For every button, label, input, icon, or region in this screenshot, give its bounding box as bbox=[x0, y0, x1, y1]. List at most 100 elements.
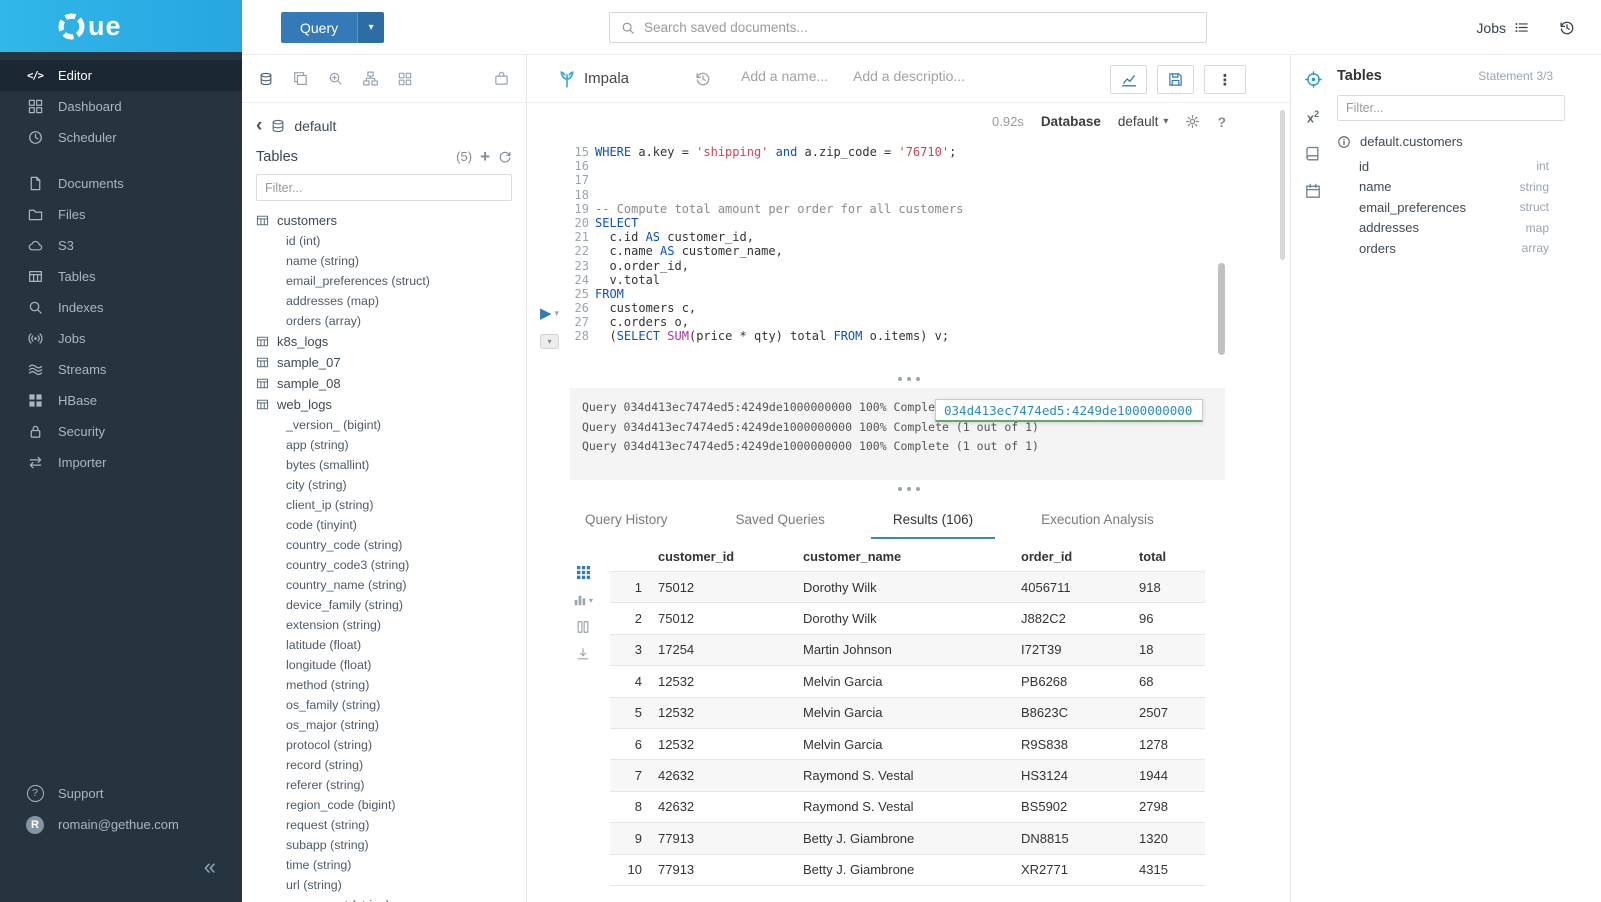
assist-column[interactable]: device_family (string) bbox=[256, 595, 526, 615]
back-chevron-icon[interactable]: ‹ bbox=[256, 116, 262, 135]
assist-column[interactable]: extension (string) bbox=[256, 615, 526, 635]
assist-column[interactable]: country_code3 (string) bbox=[256, 555, 526, 575]
editor-scrollbar[interactable] bbox=[1218, 263, 1225, 355]
collapse-sidebar-button[interactable]: « bbox=[204, 856, 216, 878]
table-row[interactable]: 612532Melvin GarciaR9S8381278 bbox=[610, 729, 1205, 760]
language-reference-icon[interactable] bbox=[1305, 146, 1321, 162]
assist-column[interactable]: latitude (float) bbox=[256, 635, 526, 655]
sidebar-item-importer[interactable]: Importer bbox=[0, 447, 242, 478]
jobs-link[interactable]: Jobs bbox=[1476, 20, 1529, 36]
tab-saved-queries[interactable]: Saved Queries bbox=[714, 512, 847, 539]
table-row[interactable]: 412532Melvin GarciaPB626868 bbox=[610, 666, 1205, 697]
assist-column[interactable]: url (string) bbox=[256, 875, 526, 895]
assist-column[interactable]: country_name (string) bbox=[256, 575, 526, 595]
assist-column[interactable]: request (string) bbox=[256, 815, 526, 835]
search-source-icon[interactable] bbox=[328, 71, 343, 86]
assist-column[interactable]: subapp (string) bbox=[256, 835, 526, 855]
sidebar-item-user[interactable]: R romain@gethue.com bbox=[0, 809, 242, 840]
documents-source-icon[interactable] bbox=[293, 71, 308, 86]
query-description-input[interactable] bbox=[853, 68, 973, 84]
table-row[interactable]: 275012Dorothy WilkJ882C296 bbox=[610, 603, 1205, 634]
column-row-name[interactable]: namestring bbox=[1337, 177, 1587, 198]
column-row-id[interactable]: idint bbox=[1337, 156, 1587, 177]
main-scrollbar[interactable] bbox=[1280, 110, 1285, 260]
assist-table-sample_07[interactable]: sample_07 bbox=[256, 352, 526, 373]
assist-column[interactable]: protocol (string) bbox=[256, 735, 526, 755]
sidebar-item-tables[interactable]: Tables bbox=[0, 261, 242, 292]
sidebar-item-streams[interactable]: Streams bbox=[0, 354, 242, 385]
assist-column[interactable]: email_preferences (struct) bbox=[256, 271, 526, 291]
table-row[interactable]: 175012Dorothy Wilk4056711918 bbox=[610, 572, 1205, 603]
assist-column[interactable]: record (string) bbox=[256, 755, 526, 775]
sidebar-item-security[interactable]: Security bbox=[0, 416, 242, 447]
assist-column[interactable]: name (string) bbox=[256, 251, 526, 271]
chart-button[interactable] bbox=[1110, 65, 1147, 94]
assist-column[interactable]: id (int) bbox=[256, 231, 526, 251]
table-row[interactable]: 742632Raymond S. VestalHS31241944 bbox=[610, 760, 1205, 791]
table-row[interactable]: 317254Martin JohnsonI72T3918 bbox=[610, 635, 1205, 666]
results-header-customer_name[interactable]: customer_name bbox=[803, 549, 1021, 564]
hue-logo[interactable]: ue bbox=[0, 0, 242, 52]
assist-column[interactable]: os_major (string) bbox=[256, 715, 526, 735]
assist-column[interactable]: _version_ (bigint) bbox=[256, 415, 526, 435]
database-selector[interactable]: default▾ bbox=[1118, 114, 1169, 129]
assist-column[interactable]: user_agent (string) bbox=[256, 895, 526, 902]
assist-column[interactable]: os_family (string) bbox=[256, 695, 526, 715]
assist-column[interactable]: longitude (float) bbox=[256, 655, 526, 675]
assist-column[interactable]: client_ip (string) bbox=[256, 495, 526, 515]
right-filter-input[interactable] bbox=[1337, 95, 1565, 121]
active-table-row[interactable]: default.customers bbox=[1337, 134, 1587, 149]
table-row[interactable]: 512532Melvin GarciaB8623C2507 bbox=[610, 698, 1205, 729]
table-row[interactable]: 842632Raymond S. VestalBS59022798 bbox=[610, 792, 1205, 823]
sidebar-item-editor[interactable]: </>Editor bbox=[0, 60, 242, 91]
assist-table-sample_08[interactable]: sample_08 bbox=[256, 373, 526, 394]
assist-column[interactable]: app (string) bbox=[256, 435, 526, 455]
assist-table-web_logs[interactable]: web_logs bbox=[256, 394, 526, 415]
assist-column[interactable]: orders (array) bbox=[256, 311, 526, 331]
database-source-icon[interactable] bbox=[259, 72, 273, 86]
more-actions-button[interactable]: ⋮ bbox=[1204, 65, 1246, 94]
column-row-orders[interactable]: ordersarray bbox=[1337, 238, 1587, 259]
assist-column[interactable]: addresses (map) bbox=[256, 291, 526, 311]
new-query-button[interactable]: Query ▾ bbox=[281, 12, 384, 43]
sidebar-item-jobs[interactable]: Jobs bbox=[0, 323, 242, 354]
save-button[interactable] bbox=[1157, 65, 1194, 94]
assist-column[interactable]: city (string) bbox=[256, 475, 526, 495]
add-table-icon[interactable]: + bbox=[480, 148, 490, 165]
results-header-customer_id[interactable]: customer_id bbox=[658, 549, 803, 564]
table-row[interactable]: 977913Betty J. GiambroneDN88151320 bbox=[610, 823, 1205, 854]
assist-table-customers[interactable]: customers bbox=[256, 210, 526, 231]
sidebar-item-dashboard[interactable]: Dashboard bbox=[0, 91, 242, 122]
column-row-addresses[interactable]: addressesmap bbox=[1337, 218, 1587, 239]
assist-column[interactable]: country_code (string) bbox=[256, 535, 526, 555]
sitemap-source-icon[interactable] bbox=[363, 71, 378, 86]
tab-query-history[interactable]: Query History bbox=[563, 512, 690, 539]
chart-view-toggle[interactable]: ▾ bbox=[573, 593, 593, 607]
assist-table-k8s_logs[interactable]: k8s_logs bbox=[256, 331, 526, 352]
results-header-order_id[interactable]: order_id bbox=[1021, 549, 1139, 564]
settings-gear-icon[interactable] bbox=[1185, 114, 1200, 129]
sidebar-item-documents[interactable]: Documents bbox=[0, 168, 242, 199]
database-name[interactable]: default bbox=[294, 118, 336, 134]
editor-assistant-icon[interactable] bbox=[1305, 71, 1322, 88]
pane-resize-handle-top[interactable] bbox=[527, 375, 1290, 383]
download-results-icon[interactable] bbox=[576, 647, 590, 661]
assist-column[interactable]: time (string) bbox=[256, 855, 526, 875]
table-row[interactable]: 1077913Betty J. GiambroneXR27714315 bbox=[610, 855, 1205, 886]
assist-column[interactable]: method (string) bbox=[256, 675, 526, 695]
execute-query-button[interactable]: ▶ ▾ bbox=[540, 306, 559, 321]
query-history-icon[interactable] bbox=[1559, 20, 1575, 36]
editor-history-icon[interactable] bbox=[695, 71, 711, 87]
pane-resize-handle-bottom[interactable] bbox=[527, 485, 1290, 493]
search-input[interactable] bbox=[644, 20, 1195, 35]
column-row-email_preferences[interactable]: email_preferencesstruct bbox=[1337, 197, 1587, 218]
help-question-icon[interactable]: ? bbox=[1217, 114, 1226, 130]
assist-column[interactable]: code (tinyint) bbox=[256, 515, 526, 535]
tab-execution-analysis[interactable]: Execution Analysis bbox=[1019, 512, 1176, 539]
info-icon[interactable] bbox=[1337, 135, 1351, 149]
job-id-tooltip[interactable]: 034d413ec7474ed5:4249de1000000000 bbox=[935, 399, 1203, 422]
assist-column[interactable]: bytes (smallint) bbox=[256, 455, 526, 475]
sql-editor[interactable]: 1516171819202122232425262728 WHERE a.key… bbox=[527, 140, 1290, 380]
sidebar-item-support[interactable]: ? Support bbox=[0, 778, 242, 809]
sidebar-item-s3[interactable]: S3 bbox=[0, 230, 242, 261]
